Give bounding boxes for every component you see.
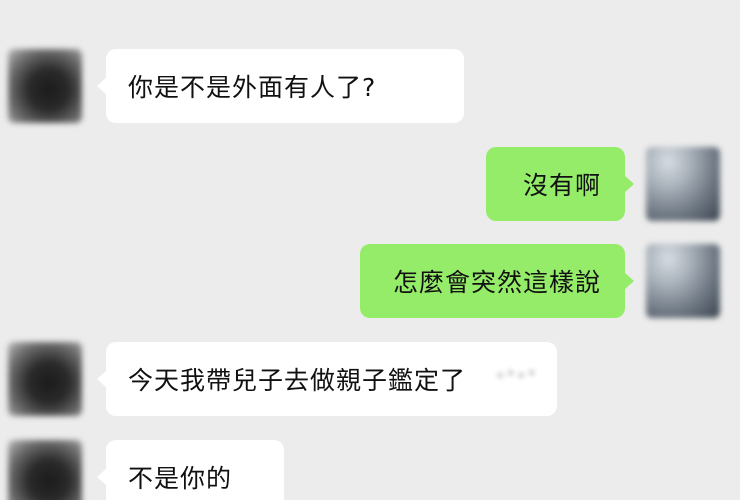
contact-avatar[interactable] xyxy=(8,342,82,416)
outgoing-message-bubble[interactable]: 沒有啊 xyxy=(486,147,634,221)
my-avatar[interactable] xyxy=(646,147,720,221)
message-text: 怎麼會突然這樣說 xyxy=(392,268,601,297)
message-text: 不是你的 xyxy=(128,464,233,493)
outgoing-message-bubble[interactable]: 怎麼會突然這樣說 xyxy=(360,244,634,318)
message-text: 今天我帶兒子去做親子鑑定了 xyxy=(128,366,467,395)
contact-avatar[interactable] xyxy=(8,440,82,500)
blurred-remnant xyxy=(496,362,538,386)
message-text: 你是不是外面有人了? xyxy=(128,73,377,102)
incoming-message-bubble[interactable]: 不是你的 xyxy=(97,440,284,500)
contact-avatar[interactable] xyxy=(8,49,82,123)
my-avatar[interactable] xyxy=(646,244,720,318)
incoming-message-bubble[interactable]: 今天我帶兒子去做親子鑑定了 xyxy=(97,342,557,416)
incoming-message-bubble[interactable]: 你是不是外面有人了? xyxy=(97,49,464,123)
chat-thread: 你是不是外面有人了? 沒有啊 怎麼會突然這樣說 今天我帶兒子去做親子鑑定了 不是… xyxy=(0,0,740,500)
message-text: 沒有啊 xyxy=(522,171,601,200)
